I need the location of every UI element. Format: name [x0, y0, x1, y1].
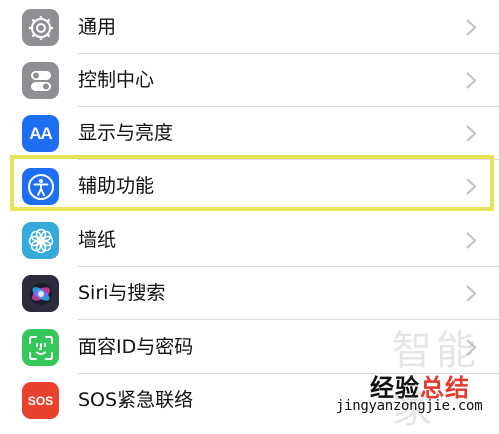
settings-label-siri-search: Siri与搜索	[78, 282, 166, 304]
chevron-right-icon	[466, 72, 477, 89]
chevron-right-icon	[466, 19, 477, 36]
settings-row-accessibility[interactable]: 辅助功能	[0, 160, 499, 213]
sos-icon: SOS	[22, 382, 59, 419]
chevron-right-icon	[466, 232, 477, 249]
settings-label-accessibility: 辅助功能	[78, 175, 155, 197]
chevron-right-icon	[466, 125, 477, 142]
flower-icon	[22, 222, 59, 259]
settings-label-emergency-sos: SOS紧急联络	[78, 389, 194, 411]
settings-label-general: 通用	[78, 16, 117, 38]
settings-row-control-center[interactable]: 控制中心	[0, 54, 499, 107]
sos-icon-glyph: SOS	[27, 393, 54, 408]
settings-label-face-id-passcode: 面容ID与密码	[78, 336, 194, 358]
face-id-icon	[22, 329, 59, 366]
settings-row-siri-search[interactable]: Siri与搜索	[0, 267, 499, 320]
toggles-icon	[22, 62, 59, 99]
watermark-url: jingyanzongjie.com	[336, 398, 483, 414]
siri-icon	[22, 275, 59, 312]
settings-row-display-brightness[interactable]: AA 显示与亮度	[0, 107, 499, 160]
settings-label-display-brightness: 显示与亮度	[78, 122, 174, 144]
chevron-right-icon	[466, 178, 477, 195]
chevron-right-icon	[466, 285, 477, 302]
text-size-icon: AA	[22, 115, 59, 152]
accessibility-icon	[22, 168, 59, 205]
text-size-icon-glyph: AA	[29, 123, 53, 143]
gear-icon	[22, 9, 59, 46]
settings-label-control-center: 控制中心	[78, 69, 155, 91]
settings-row-wallpaper[interactable]: 墙纸	[0, 214, 499, 267]
settings-label-wallpaper: 墙纸	[78, 229, 117, 251]
settings-row-general[interactable]: 通用	[0, 1, 499, 54]
